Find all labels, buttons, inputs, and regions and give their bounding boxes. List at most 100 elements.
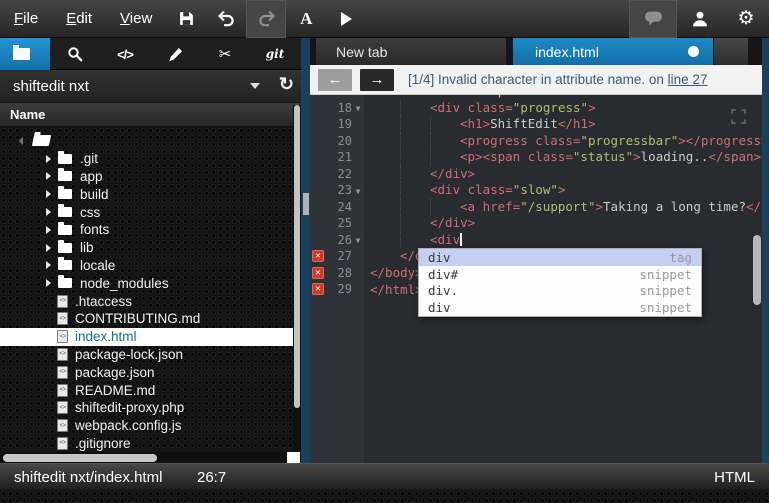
tree-item-css[interactable]: css bbox=[0, 203, 293, 221]
code-line-20[interactable]: 20<progress class="progressbar"></progre… bbox=[310, 133, 762, 150]
code-editor[interactable]: 17<div class="splash">18▼<div class="pro… bbox=[310, 95, 762, 463]
panel-splitter[interactable] bbox=[301, 38, 310, 463]
tab-index-html[interactable]: index.html bbox=[513, 38, 713, 65]
splitter-handle[interactable] bbox=[303, 193, 309, 215]
file-icon bbox=[57, 348, 68, 361]
fold-cell bbox=[352, 255, 364, 257]
sidebar-tab-edit[interactable] bbox=[150, 38, 200, 70]
expander-icon[interactable] bbox=[46, 208, 51, 216]
tree-vertical-scrollbar[interactable] bbox=[293, 105, 301, 463]
account-button[interactable] bbox=[677, 0, 723, 38]
menu-edit[interactable]: Edit bbox=[52, 0, 106, 38]
tree-item-app[interactable]: app bbox=[0, 168, 293, 186]
folder-icon bbox=[58, 154, 72, 164]
autocomplete-item-0[interactable]: divtag bbox=[419, 249, 701, 266]
expander-icon[interactable] bbox=[46, 244, 51, 252]
code-line-24[interactable]: 24<a href="/support">Taking a long time?… bbox=[310, 199, 762, 216]
arrow-left-icon: ← bbox=[328, 71, 343, 88]
tree-item-lib[interactable]: lib bbox=[0, 239, 293, 257]
tree-item-.gitignore[interactable]: .gitignore bbox=[0, 435, 293, 452]
code-line-18[interactable]: 18▼<div class="progress"> bbox=[310, 100, 762, 117]
fullscreen-icon[interactable] bbox=[731, 109, 746, 124]
git-icon: git bbox=[266, 47, 285, 61]
code-line-26[interactable]: 26▼<div bbox=[310, 232, 762, 249]
tree-item-.git[interactable]: .git bbox=[0, 150, 293, 168]
tree-root[interactable] bbox=[0, 132, 293, 150]
folder-icon bbox=[58, 225, 72, 235]
code-line-23[interactable]: 23▼<div class="slow"> bbox=[310, 182, 762, 199]
fold-cell bbox=[352, 222, 364, 224]
save-button[interactable] bbox=[166, 0, 206, 38]
project-selector[interactable]: shiftedit nxt ↻ bbox=[0, 70, 302, 103]
tree-item-shiftedit-proxy.php[interactable]: shiftedit-proxy.php bbox=[0, 399, 293, 417]
code-line-22[interactable]: 22</div> bbox=[310, 166, 762, 183]
next-error-button[interactable]: → bbox=[360, 69, 394, 91]
tree-item-CONTRIBUTING.md[interactable]: CONTRIBUTING.md bbox=[0, 310, 293, 328]
code-line-25[interactable]: 25 </div> bbox=[310, 215, 762, 232]
editor-scrollbar[interactable] bbox=[753, 235, 762, 305]
expander-icon[interactable] bbox=[46, 155, 51, 163]
code-text: </div> bbox=[364, 215, 475, 232]
tree-item-label: app bbox=[80, 169, 103, 184]
tree-item-node_modules[interactable]: node_modules bbox=[0, 274, 293, 292]
chevron-down-icon[interactable] bbox=[250, 83, 260, 89]
run-button[interactable] bbox=[326, 0, 366, 38]
tree-item-package-lock.json[interactable]: package-lock.json bbox=[0, 346, 293, 364]
previous-error-button[interactable]: ← bbox=[318, 69, 352, 91]
sidebar-tab-files[interactable] bbox=[0, 38, 50, 70]
undo-button[interactable] bbox=[206, 0, 246, 38]
expander-icon[interactable] bbox=[46, 279, 51, 287]
tree-item-build[interactable]: build bbox=[0, 185, 293, 203]
autocomplete-item-2[interactable]: div.snippet bbox=[419, 283, 701, 300]
autocomplete-popup: divtagdiv#snippetdiv.snippetdiv snippet bbox=[418, 248, 702, 317]
error-marker-icon[interactable]: ✕ bbox=[312, 250, 324, 262]
fold-arrow-icon[interactable]: ▼ bbox=[352, 185, 364, 196]
autocomplete-meta: snippet bbox=[639, 300, 692, 315]
expander-icon[interactable] bbox=[46, 261, 51, 269]
folder-icon bbox=[13, 48, 30, 60]
tree-item-.htaccess[interactable]: .htaccess bbox=[0, 292, 293, 310]
sidebar-tab-git[interactable]: git bbox=[250, 38, 300, 70]
chat-button[interactable] bbox=[629, 0, 677, 38]
expander-open-icon[interactable] bbox=[19, 137, 27, 145]
line-number: 25 bbox=[326, 216, 352, 230]
status-language-mode[interactable]: HTML bbox=[714, 469, 755, 486]
error-line-link[interactable]: line 27 bbox=[668, 72, 708, 87]
refresh-icon[interactable]: ↻ bbox=[279, 74, 294, 95]
tree-item-locale[interactable]: locale bbox=[0, 257, 293, 275]
line-number: 28 bbox=[326, 266, 352, 280]
top-toolbar: FileEditView A bbox=[0, 0, 769, 38]
autocomplete-label: div bbox=[428, 300, 451, 315]
error-marker-icon[interactable]: ✕ bbox=[312, 283, 324, 295]
tree-item-package.json[interactable]: package.json bbox=[0, 363, 293, 381]
file-icon bbox=[57, 330, 68, 343]
fold-arrow-icon[interactable]: ▼ bbox=[352, 234, 364, 245]
code-text: <div bbox=[364, 232, 462, 249]
tree-item-label: .gitignore bbox=[75, 436, 131, 451]
tree-horizontal-scrollbar[interactable] bbox=[0, 452, 293, 463]
tree-item-README.md[interactable]: README.md bbox=[0, 381, 293, 399]
tree-item-fonts[interactable]: fonts bbox=[0, 221, 293, 239]
autocomplete-item-1[interactable]: div#snippet bbox=[419, 266, 701, 283]
sidebar-tab-search[interactable] bbox=[50, 38, 100, 70]
tab-new-tab[interactable]: New tab bbox=[316, 38, 506, 65]
sidebar-tab-snippets[interactable]: ✂ bbox=[200, 38, 250, 70]
tree-item-label: node_modules bbox=[80, 276, 169, 291]
tree-item-webpack.config.js[interactable]: webpack.config.js bbox=[0, 417, 293, 435]
tree-column-header[interactable]: Name bbox=[0, 103, 302, 127]
code-line-19[interactable]: 19<h1>ShiftEdit</h1> bbox=[310, 116, 762, 133]
expander-icon[interactable] bbox=[46, 226, 51, 234]
code-line-21[interactable]: 21<p><span class="status">loading..</spa… bbox=[310, 149, 762, 166]
autocomplete-item-3[interactable]: div snippet bbox=[419, 299, 701, 316]
redo-button[interactable] bbox=[246, 0, 286, 38]
menu-file[interactable]: File bbox=[0, 0, 52, 38]
sidebar-tab-code[interactable]: </> bbox=[100, 38, 150, 70]
tree-item-index.html[interactable]: index.html bbox=[0, 328, 293, 346]
expander-icon[interactable] bbox=[46, 172, 51, 180]
fold-arrow-icon[interactable]: ▼ bbox=[352, 102, 364, 113]
expander-icon[interactable] bbox=[46, 190, 51, 198]
font-button[interactable]: A bbox=[286, 0, 326, 38]
settings-button[interactable]: ⚙ bbox=[723, 0, 769, 38]
error-marker-icon[interactable]: ✕ bbox=[312, 267, 324, 279]
menu-view[interactable]: View bbox=[106, 0, 166, 38]
